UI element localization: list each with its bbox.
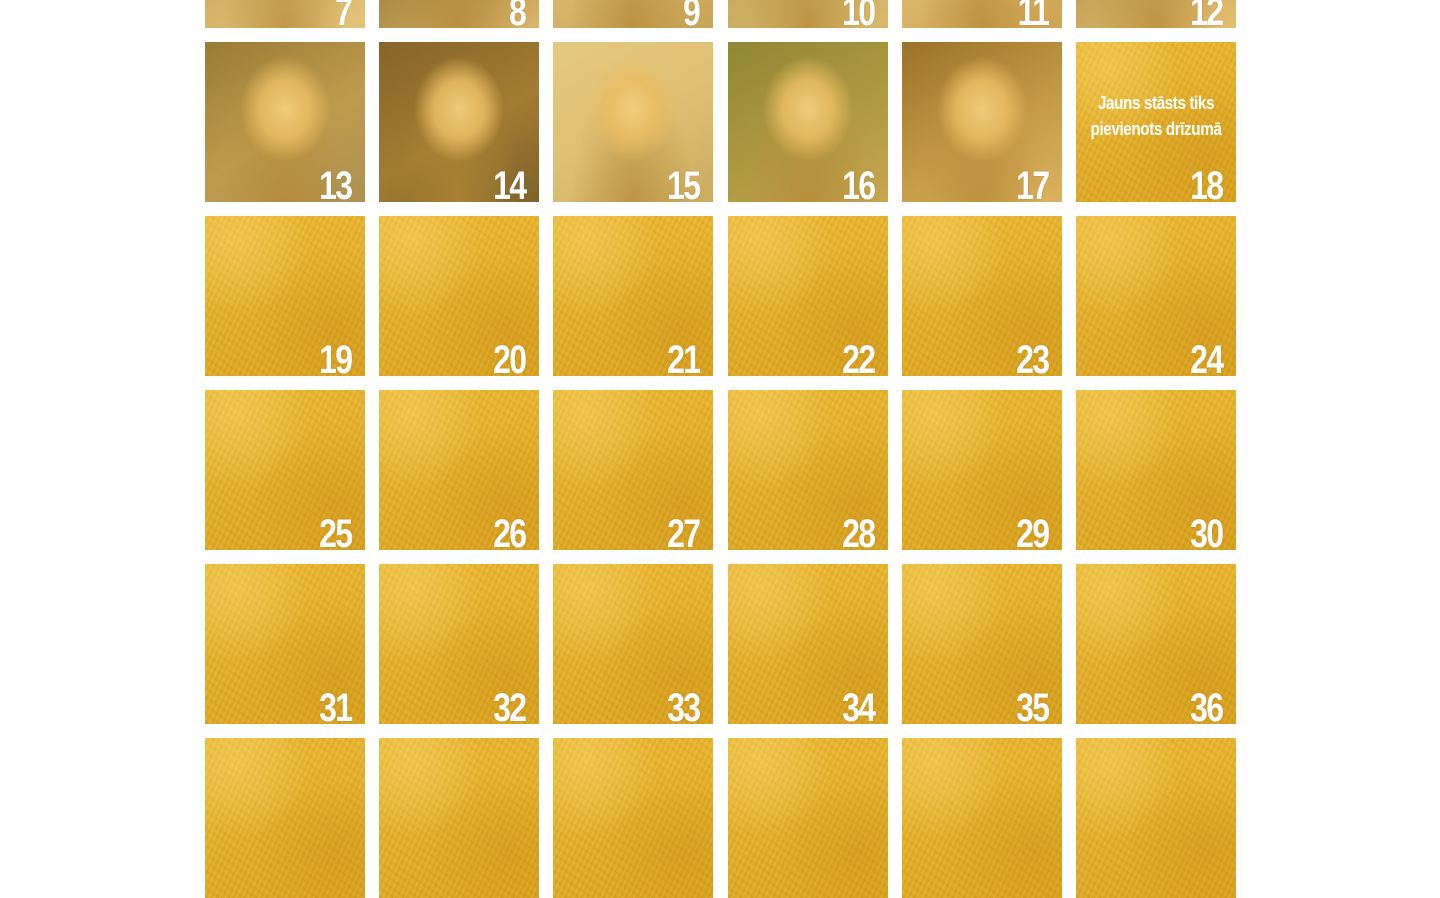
tile-number: 33 [666,686,701,724]
story-tile[interactable]: 17 [902,42,1062,202]
tile-number: 18 [1189,164,1224,202]
tile-number: 12 [1189,0,1224,28]
tile-number: 30 [1189,512,1224,550]
story-tile[interactable]: 21 [553,216,713,376]
tile-number: 20 [492,338,527,376]
story-tile[interactable]: 25 [205,390,365,550]
story-tile[interactable] [902,738,1062,898]
story-tile[interactable]: 9 [553,0,713,28]
story-tile[interactable] [1076,738,1236,898]
tile-number: 23 [1015,338,1050,376]
story-tile[interactable] [379,738,539,898]
tile-number: 21 [666,338,701,376]
gold-texture-background [1076,738,1236,898]
tile-number: 24 [1189,338,1224,376]
tile-number: 35 [1015,686,1050,724]
coming-soon-message: Jauns stāsts tiks pievienots drīzumā [1090,93,1222,139]
tile-number: 27 [666,512,701,550]
tile-number: 17 [1015,164,1050,202]
story-tile[interactable]: 19 [205,216,365,376]
tile-number: 13 [318,164,353,202]
tile-number: 36 [1189,686,1224,724]
story-tile[interactable]: 28 [728,390,888,550]
story-tile[interactable]: 30 [1076,390,1236,550]
story-tile[interactable]: 36 [1076,564,1236,724]
tile-number: 26 [492,512,527,550]
tile-number: 34 [841,686,876,724]
tile-number: 28 [841,512,876,550]
story-tile[interactable]: 7 [205,0,365,28]
tile-number: 8 [508,0,527,28]
story-tile[interactable] [728,738,888,898]
story-tile[interactable]: Jauns stāsts tiks pievienots drīzumā 18 [1076,42,1236,202]
gold-texture-background [553,738,713,898]
story-tile[interactable]: 12 [1076,0,1236,28]
tile-number: 29 [1015,512,1050,550]
story-tile[interactable]: 16 [728,42,888,202]
tile-number: 31 [318,686,353,724]
tile-number: 16 [841,164,876,202]
story-tile[interactable] [205,738,365,898]
story-tile[interactable]: 24 [1076,216,1236,376]
story-tile[interactable]: 11 [902,0,1062,28]
tile-number: 7 [334,0,353,28]
gold-texture-background [205,738,365,898]
gold-texture-background [902,738,1062,898]
story-tile[interactable]: 34 [728,564,888,724]
gold-texture-background [379,738,539,898]
story-tile[interactable]: 15 [553,42,713,202]
story-tile[interactable]: 13 [205,42,365,202]
tile-number: 15 [666,164,701,202]
tile-number: 22 [841,338,876,376]
story-tile[interactable]: 26 [379,390,539,550]
tile-number: 11 [1017,0,1049,28]
story-tile[interactable]: 27 [553,390,713,550]
story-tile[interactable]: 22 [728,216,888,376]
story-tile[interactable]: 29 [902,390,1062,550]
story-tile[interactable]: 33 [553,564,713,724]
tile-number: 32 [492,686,527,724]
tile-number: 19 [318,338,353,376]
tile-number: 10 [841,0,876,28]
story-tile[interactable]: 14 [379,42,539,202]
story-tile[interactable]: 35 [902,564,1062,724]
story-tile[interactable]: 32 [379,564,539,724]
tile-number: 25 [318,512,353,550]
story-tile[interactable]: 8 [379,0,539,28]
tile-number: 14 [492,164,527,202]
story-tile[interactable]: 10 [728,0,888,28]
tile-number: 9 [682,0,701,28]
story-tile[interactable]: 23 [902,216,1062,376]
story-tile[interactable]: 31 [205,564,365,724]
story-tile[interactable]: 20 [379,216,539,376]
story-tile[interactable] [553,738,713,898]
gold-texture-background [728,738,888,898]
